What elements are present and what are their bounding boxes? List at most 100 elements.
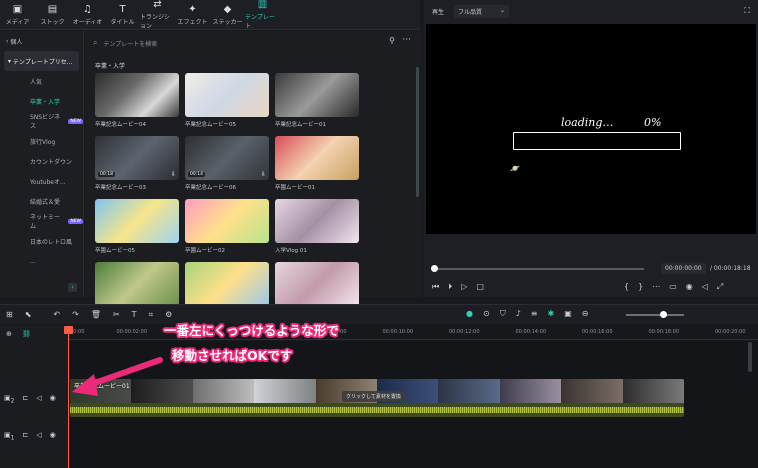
render-icon[interactable]: ⊙ xyxy=(483,309,490,319)
stop-icon[interactable]: □ xyxy=(476,282,484,292)
volume-icon[interactable]: ◁ xyxy=(702,282,708,292)
template-thumbnail[interactable] xyxy=(95,262,179,306)
sidebar-item[interactable]: 結婚式＆愛 xyxy=(0,191,83,211)
template-card[interactable]: 卒園ムービー02 xyxy=(185,199,269,254)
collapse-sidebar-icon[interactable]: ‹ xyxy=(68,283,77,292)
eye-icon[interactable]: ◉ xyxy=(50,431,56,441)
more-icon[interactable]: ⋯ xyxy=(652,282,660,292)
search-input[interactable]: テンプレートを検索 xyxy=(103,39,157,48)
sidebar-item[interactable]: 人気 xyxy=(0,71,83,91)
template-card[interactable]: 入学Vlog 01 xyxy=(275,199,359,254)
ai-icon[interactable]: ● xyxy=(466,309,473,319)
template-card[interactable]: 卒園ムービー01 xyxy=(275,136,359,191)
playhead-handle[interactable] xyxy=(64,326,73,334)
sidebar-item[interactable]: 卒業・入学 xyxy=(0,91,83,111)
sidebar-item[interactable]: SNSビジネス NEW xyxy=(0,111,83,131)
sidebar-item[interactable]: ネットミーム NEW xyxy=(0,211,83,231)
delete-icon[interactable]: 🗑 xyxy=(91,310,101,320)
zoom-out-icon[interactable]: ⊖ xyxy=(582,309,589,319)
template-caption: 卒園ムービー02 xyxy=(185,248,225,254)
playhead[interactable] xyxy=(68,326,69,468)
mic-icon[interactable]: ♪ xyxy=(516,309,521,319)
crop-icon[interactable]: ⌗ xyxy=(149,310,154,320)
template-thumbnail[interactable]: 00:18 ⇩ xyxy=(95,136,179,180)
redo-icon[interactable]: ↷ xyxy=(72,310,79,320)
zoom-knob[interactable] xyxy=(660,311,667,318)
pip-icon[interactable]: ▣ xyxy=(564,309,572,319)
sidebar-personal[interactable]: › 個人 xyxy=(0,31,83,51)
template-card[interactable] xyxy=(275,262,359,306)
tab-media[interactable]: ▣ メディア xyxy=(0,0,35,30)
speaker-icon[interactable]: ◁ xyxy=(36,394,41,404)
quality-select[interactable]: フル品質 ⌄ xyxy=(454,4,510,18)
template-search[interactable]: ⌕ テンプレートを検索 xyxy=(93,35,399,51)
tab-effect[interactable]: ✦ エフェクト xyxy=(175,0,210,30)
template-card[interactable]: 卒業記念ムービー05 xyxy=(185,73,269,128)
speaker-icon[interactable]: ◁ xyxy=(36,431,41,441)
replace-tooltip[interactable]: クリックして素材を置換 xyxy=(342,391,405,402)
template-thumbnail[interactable] xyxy=(185,262,269,306)
play-icon[interactable]: ▷ xyxy=(461,282,467,292)
camera-icon[interactable]: ◉ xyxy=(686,282,693,292)
zoom-slider[interactable] xyxy=(626,311,684,318)
template-thumbnail[interactable] xyxy=(275,136,359,180)
template-card[interactable] xyxy=(185,262,269,306)
mark-in-icon[interactable]: { xyxy=(624,282,629,292)
link-icon[interactable]: ⛓ xyxy=(22,330,31,338)
folder-icon[interactable]: ⊏ xyxy=(22,431,28,441)
template-thumbnail[interactable] xyxy=(95,73,179,117)
template-thumbnail[interactable] xyxy=(275,262,359,306)
browser-scrollbar[interactable] xyxy=(416,67,419,197)
fullscreen-icon[interactable]: ⤢ xyxy=(717,282,723,292)
tab-template[interactable]: ▥ テンプレート xyxy=(245,0,280,30)
download-icon[interactable]: ⇩ xyxy=(261,171,266,178)
template-card[interactable] xyxy=(95,262,179,306)
display-icon[interactable]: ▭ xyxy=(669,282,677,292)
sidebar-item[interactable]: 旅行Vlog xyxy=(0,131,83,151)
template-card[interactable]: 卒園ムービー05 xyxy=(95,199,179,254)
add-track-icon[interactable]: ⊕ xyxy=(6,330,12,338)
tab-transition[interactable]: ⇄ トランジション xyxy=(140,0,175,30)
mark-out-icon[interactable]: } xyxy=(638,282,643,292)
list-icon[interactable]: ≡ xyxy=(531,309,538,319)
undo-icon[interactable]: ↶ xyxy=(53,310,60,320)
sidebar-item[interactable]: ... xyxy=(0,251,83,271)
text-icon[interactable]: T xyxy=(132,310,137,320)
current-time[interactable]: 00:00:00:00 xyxy=(661,263,706,274)
snap-icon[interactable]: ✱ xyxy=(548,309,555,319)
tab-audio[interactable]: ♫ オーディオ xyxy=(70,0,105,30)
template-card[interactable]: 00:14 ⇩ 卒業記念ムービー06 xyxy=(185,136,269,191)
template-thumbnail[interactable]: 00:14 ⇩ xyxy=(185,136,269,180)
tab-stock[interactable]: ▤ ストック xyxy=(35,0,70,30)
template-thumbnail[interactable] xyxy=(185,73,269,117)
select-icon[interactable]: ⬉ xyxy=(25,310,32,320)
tab-title[interactable]: T タイトル xyxy=(105,0,140,30)
download-icon[interactable]: ⇩ xyxy=(171,171,176,178)
sidebar-item[interactable]: Youtubeオ... xyxy=(0,171,83,191)
cut-icon[interactable]: ✂ xyxy=(113,310,120,320)
prev-frame-icon[interactable]: ⏮ xyxy=(432,282,439,292)
template-card[interactable]: 00:18 ⇩ 卒業記念ムービー03 xyxy=(95,136,179,191)
template-card[interactable]: 卒業記念ムービー04 xyxy=(95,73,179,128)
sidebar-item[interactable]: 日本のレトロ風 xyxy=(0,231,83,251)
shield-icon[interactable]: ⛉ xyxy=(500,309,506,319)
step-back-icon[interactable]: ⏵ xyxy=(448,282,452,292)
template-thumbnail[interactable] xyxy=(275,199,359,243)
layout-icon[interactable]: ⊞ xyxy=(6,310,13,320)
preview-scrubber[interactable] xyxy=(431,265,644,272)
folder-icon[interactable]: ⊏ xyxy=(22,394,28,404)
sidebar-item[interactable]: カウントダウン xyxy=(0,151,83,171)
scrubber-knob[interactable] xyxy=(431,265,438,272)
template-card[interactable]: 卒業記念ムービー01 xyxy=(275,73,359,128)
sidebar-preset[interactable]: ▾ テンプレートプリセ... xyxy=(4,51,79,71)
template-thumbnail[interactable] xyxy=(95,199,179,243)
template-thumbnail[interactable] xyxy=(185,199,269,243)
template-thumbnail[interactable] xyxy=(275,73,359,117)
tab-sticker[interactable]: ◆ ステッカー xyxy=(210,0,245,30)
snapshot-icon[interactable]: ⛶ xyxy=(744,6,750,16)
timeline-scrollbar[interactable] xyxy=(748,342,752,372)
filter-icon[interactable]: ⚲ xyxy=(389,36,395,45)
template-clip[interactable]: 卒業記念ムービー01 クリックして素材を置換 xyxy=(70,379,684,417)
more-icon[interactable]: ··· xyxy=(402,35,411,45)
eye-icon[interactable]: ◉ xyxy=(50,394,56,404)
